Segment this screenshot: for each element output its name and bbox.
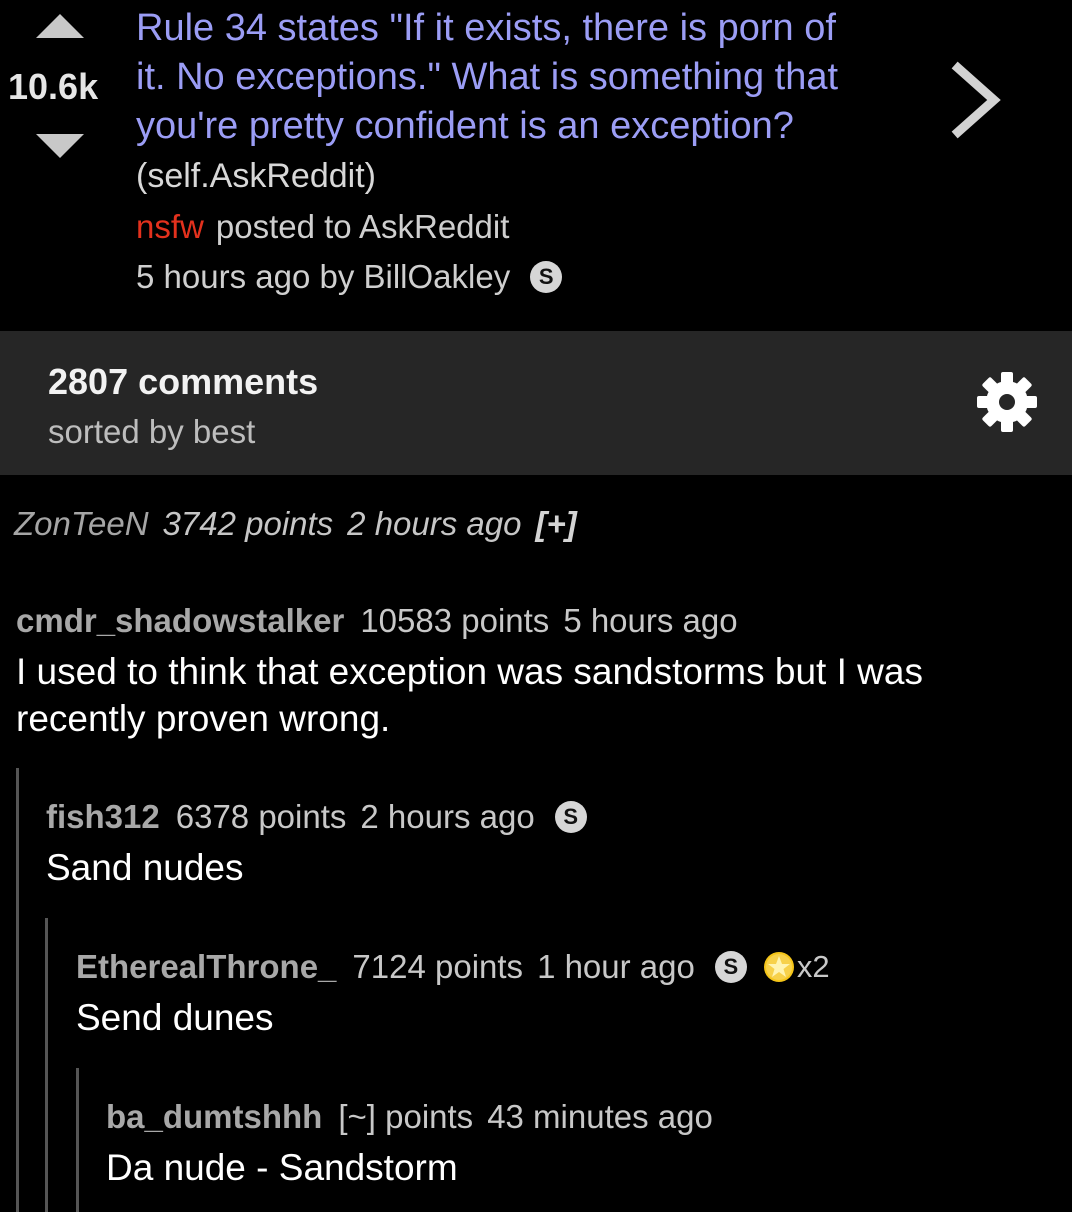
comment-author[interactable]: fish312 [46,798,160,836]
downvote-arrow-icon[interactable] [36,134,84,158]
post-title-block[interactable]: Rule 34 states "If it exists, there is p… [136,4,876,201]
comment-points: [~] points [338,1098,474,1135]
chevron-right-icon[interactable] [940,60,1010,140]
comment-time: 2 hours ago [347,505,522,542]
thread-line[interactable] [45,918,48,1212]
comment-body: Send dunes [76,997,274,1038]
comment-body: I used to think that exception was sands… [16,651,923,739]
submitter-badge-icon: S [530,261,563,293]
comment-author[interactable]: ZonTeeN [14,505,149,542]
comment-body: Sand nudes [46,847,244,888]
expand-toggle[interactable]: [+] [535,505,576,542]
collapsed-comment[interactable]: ZonTeeN 3742 points 2 hours ago [+] [14,505,577,543]
posted-to[interactable]: posted to AskReddit [216,208,510,245]
post-header: 10.6k Rule 34 states "If it exists, ther… [0,0,1072,331]
comment-points: 3742 points [162,505,334,542]
comment-header: EtherealThrone_ 7124 points 1 hour ago S… [76,948,1056,986]
post-time-author[interactable]: 5 hours ago by BillOakley [136,258,510,296]
gear-icon[interactable] [974,369,1040,435]
comment-points: 6378 points [175,798,347,835]
post-score: 10.6k [8,66,99,107]
comment-time: 2 hours ago [360,798,535,835]
thread-line[interactable] [16,768,19,1212]
sort-label[interactable]: sorted by best [48,413,255,451]
submitter-badge-icon: S [554,801,587,833]
comment-time: 1 hour ago [537,948,695,985]
comment-time: 43 minutes ago [487,1098,713,1135]
thread-line[interactable] [76,1068,79,1212]
comment: fish312 6378 points 2 hours ago S Sand n… [46,798,1046,891]
submitter-badge-icon: S [714,951,747,983]
comment-header: cmdr_shadowstalker 10583 points 5 hours … [16,602,1056,640]
post-title[interactable]: Rule 34 states "If it exists, there is p… [136,7,838,147]
gild-badge: x2 [763,949,830,985]
upvote-arrow-icon[interactable] [36,14,84,38]
post-meta-subreddit: nsfw posted to AskReddit [136,208,509,246]
comments-bar: 2807 comments sorted by best [0,331,1072,475]
comment: ba_dumtshhh [~] points 43 minutes ago Da… [106,1098,1056,1191]
comment: EtherealThrone_ 7124 points 1 hour ago S… [76,948,1056,1041]
gild-count: x2 [796,949,830,984]
nsfw-tag: nsfw [136,208,204,245]
comment-body: Da nude - Sandstorm [106,1147,458,1188]
gold-star-icon [763,952,794,982]
comment-points: 7124 points [352,948,524,985]
comment-header: fish312 6378 points 2 hours ago S [46,798,1046,836]
comment-count: 2807 comments [48,361,319,402]
comment-author[interactable]: cmdr_shadowstalker [16,602,344,640]
comment-header: ba_dumtshhh [~] points 43 minutes ago [106,1098,1056,1136]
comment-time: 5 hours ago [563,602,738,639]
comment-points: 10583 points [360,602,550,639]
comment: cmdr_shadowstalker 10583 points 5 hours … [16,602,1056,742]
post-domain[interactable]: (self.AskReddit) [136,157,376,195]
vote-controls: 10.6k [0,0,120,200]
comment-author[interactable]: EtherealThrone_ [76,948,336,986]
post-meta-author: 5 hours ago by BillOakley S [136,258,563,296]
comment-author[interactable]: ba_dumtshhh [106,1098,322,1136]
